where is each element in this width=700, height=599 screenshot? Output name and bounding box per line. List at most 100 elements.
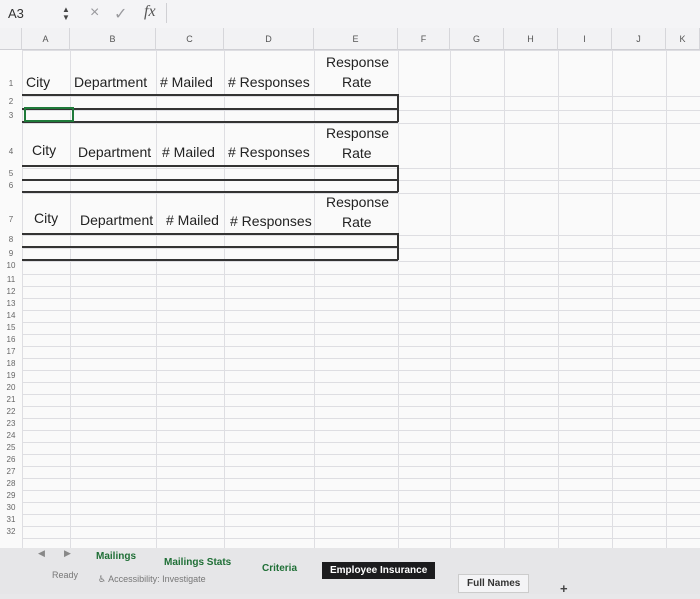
row-header-21[interactable]: 21 — [0, 395, 22, 404]
row-header-19[interactable]: 19 — [0, 371, 22, 380]
formula-input[interactable] — [166, 3, 697, 23]
column-header-k[interactable]: K — [666, 28, 700, 50]
cancel-icon[interactable]: × — [90, 4, 99, 22]
table1-rate-line1[interactable]: Response — [326, 54, 389, 70]
grid-hline — [22, 454, 700, 455]
column-header-j[interactable]: J — [612, 28, 666, 50]
row-header-5[interactable]: 5 — [0, 169, 22, 178]
name-box[interactable]: A3 — [4, 4, 64, 24]
table3-mailed[interactable]: # Mailed — [166, 212, 219, 228]
column-header-e[interactable]: E — [314, 28, 398, 50]
row-header-24[interactable]: 24 — [0, 431, 22, 440]
row-header-10[interactable]: 10 — [0, 261, 22, 270]
table3-border — [22, 259, 398, 261]
row-header-28[interactable]: 28 — [0, 479, 22, 488]
table2-responses[interactable]: # Responses — [228, 144, 310, 160]
row-header-15[interactable]: 15 — [0, 323, 22, 332]
column-header-a[interactable]: A — [22, 28, 70, 50]
row-header-3[interactable]: 3 — [0, 111, 22, 120]
table2-rate-line1[interactable]: Response — [326, 125, 389, 141]
table2-border — [22, 165, 398, 167]
grid-hline — [22, 346, 700, 347]
row-header-6[interactable]: 6 — [0, 181, 22, 190]
row-header-2[interactable]: 2 — [0, 97, 22, 106]
grid-hline — [22, 358, 700, 359]
name-box-stepper-icon[interactable]: ▲ ▼ — [62, 6, 70, 22]
add-sheet-icon[interactable]: + — [552, 578, 576, 599]
grid-hline — [22, 466, 700, 467]
grid-hline — [22, 286, 700, 287]
sheet-tab-criteria[interactable]: Criteria — [254, 560, 305, 577]
confirm-icon[interactable]: ✓ — [114, 4, 127, 24]
column-header-c[interactable]: C — [156, 28, 224, 50]
grid-hline — [22, 298, 700, 299]
row-header-27[interactable]: 27 — [0, 467, 22, 476]
table3-responses[interactable]: # Responses — [230, 213, 312, 229]
column-header-h[interactable]: H — [504, 28, 558, 50]
grid-hline — [22, 274, 700, 275]
row-header-14[interactable]: 14 — [0, 311, 22, 320]
table2-mailed[interactable]: # Mailed — [162, 144, 215, 160]
row-header-26[interactable]: 26 — [0, 455, 22, 464]
next-sheet-icon[interactable]: ▶ — [64, 548, 71, 559]
row-header-16[interactable]: 16 — [0, 335, 22, 344]
row-header-23[interactable]: 23 — [0, 419, 22, 428]
column-header-b[interactable]: B — [70, 28, 156, 50]
row-header-7[interactable]: 7 — [0, 215, 22, 224]
selected-cell-a3[interactable] — [24, 107, 74, 122]
row-header-9[interactable]: 9 — [0, 249, 22, 258]
column-header-d[interactable]: D — [224, 28, 314, 50]
sheet-tab-bar: ◀ ▶ Mailings Mailings Stats Criteria Emp… — [0, 548, 700, 596]
grid-vline — [224, 50, 225, 558]
grid-hline — [22, 514, 700, 515]
row-header-11[interactable]: 11 — [0, 275, 22, 284]
table1-mailed[interactable]: # Mailed — [160, 74, 213, 90]
row-header-32[interactable]: 32 — [0, 527, 22, 536]
grid-hline — [22, 406, 700, 407]
row-header-30[interactable]: 30 — [0, 503, 22, 512]
row-header-4[interactable]: 4 — [0, 147, 22, 156]
table1-rate-line2[interactable]: Rate — [342, 74, 372, 90]
sheet-tab-mailings-stats[interactable]: Mailings Stats — [156, 554, 239, 571]
table2-department[interactable]: Department — [78, 144, 151, 160]
grid-hline — [22, 123, 700, 124]
row-header-8[interactable]: 8 — [0, 235, 22, 244]
table2-city[interactable]: City — [32, 142, 56, 158]
table1-responses[interactable]: # Responses — [228, 74, 310, 90]
row-header-17[interactable]: 17 — [0, 347, 22, 356]
row-header-20[interactable]: 20 — [0, 383, 22, 392]
row-header-25[interactable]: 25 — [0, 443, 22, 452]
select-all-corner[interactable] — [0, 28, 22, 50]
table3-city[interactable]: City — [34, 210, 58, 226]
table2-border — [22, 179, 398, 181]
table3-department[interactable]: Department — [80, 212, 153, 228]
row-header-13[interactable]: 13 — [0, 299, 22, 308]
sheet-tab-full-names[interactable]: Full Names — [458, 574, 530, 593]
row-header-29[interactable]: 29 — [0, 491, 22, 500]
row-header-1[interactable]: 1 — [0, 79, 22, 88]
table1-city[interactable]: City — [26, 74, 50, 90]
spreadsheet-grid[interactable]: A B C D E F G H I J K 1 2 3 4 5 6 7 8 9 10 11 12 13 1… — [0, 28, 700, 558]
sheet-tab-mailings[interactable]: Mailings — [88, 548, 144, 565]
prev-sheet-icon[interactable]: ◀ — [38, 548, 45, 559]
grid-vline — [70, 50, 71, 558]
table3-rate-line1[interactable]: Response — [326, 194, 389, 210]
grid-vline — [612, 50, 613, 558]
row-header-22[interactable]: 22 — [0, 407, 22, 416]
grid-hline — [22, 370, 700, 371]
accessibility-status[interactable]: ♿︎ Accessibility: Investigate — [98, 574, 206, 585]
table3-rate-line2[interactable]: Rate — [342, 214, 372, 230]
row-header-12[interactable]: 12 — [0, 287, 22, 296]
row-header-18[interactable]: 18 — [0, 359, 22, 368]
sheet-tab-employee-insurance[interactable]: Employee Insurance — [322, 562, 436, 579]
table1-department[interactable]: Department — [74, 74, 147, 90]
table2-border — [22, 191, 398, 193]
column-header-i[interactable]: I — [558, 28, 612, 50]
row-header-31[interactable]: 31 — [0, 515, 22, 524]
grid-hline — [22, 96, 700, 97]
table2-rate-line2[interactable]: Rate — [342, 145, 372, 161]
column-header-g[interactable]: G — [450, 28, 504, 50]
column-header-f[interactable]: F — [398, 28, 450, 50]
grid-vline — [558, 50, 559, 558]
fx-icon[interactable]: fx — [144, 3, 156, 21]
